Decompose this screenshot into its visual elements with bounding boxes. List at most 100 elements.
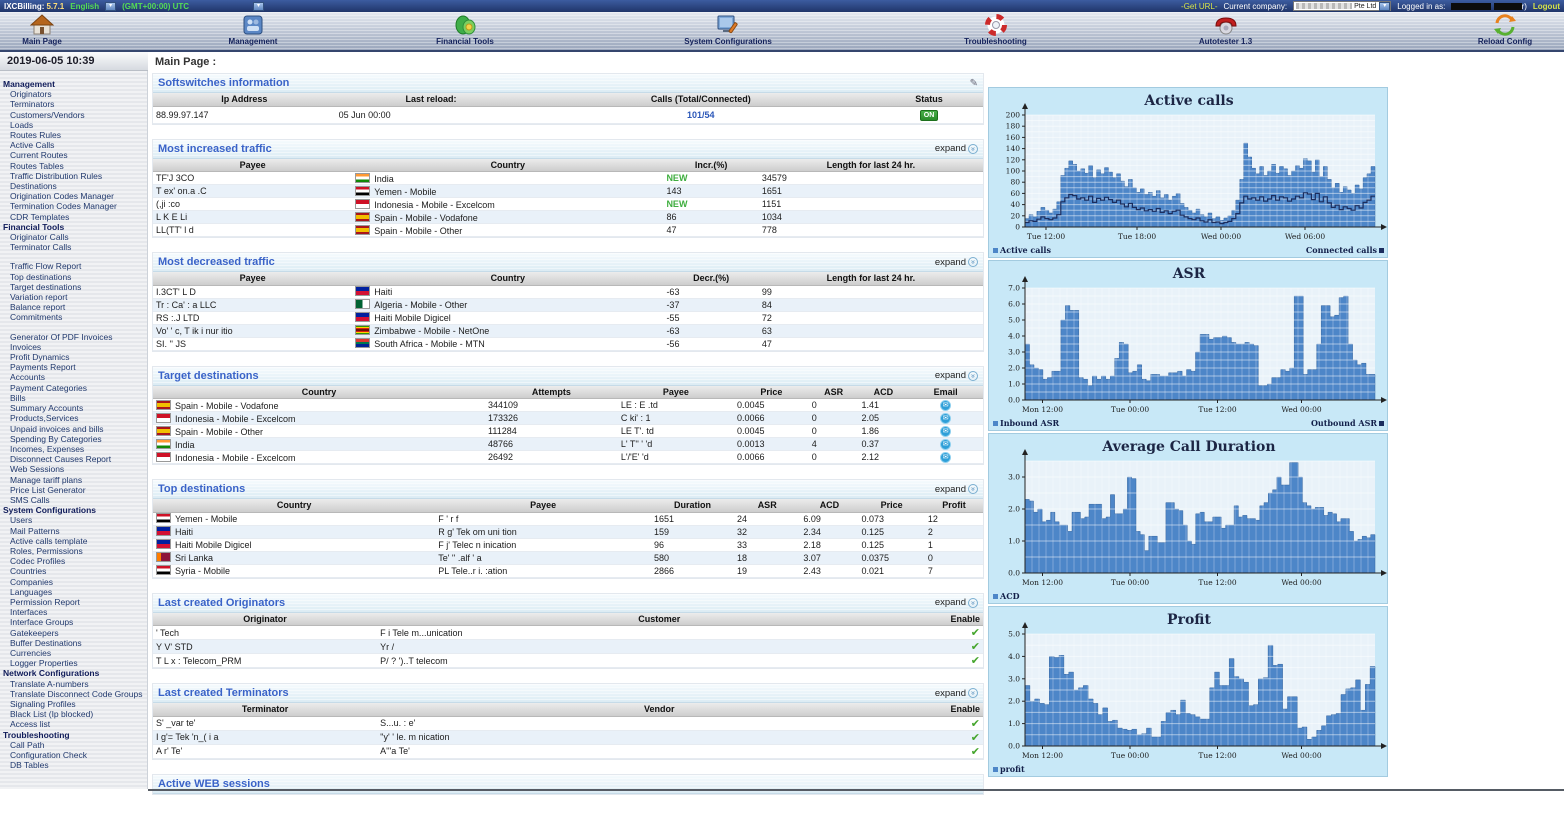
sidebar-item-terminator-calls[interactable]: Terminator Calls <box>0 242 147 252</box>
sidebar-item-spending-by-categories[interactable]: Spending By Categories <box>0 434 147 444</box>
sidebar-item-languages[interactable]: Languages <box>0 587 147 597</box>
language-select[interactable]: English <box>70 2 99 11</box>
nav-management[interactable]: Management <box>203 14 303 50</box>
svg-text:4.0: 4.0 <box>1008 332 1020 341</box>
sidebar-item-current-routes[interactable]: Current Routes <box>0 150 147 160</box>
nav-troubleshooting[interactable]: Troubleshooting <box>938 14 1053 50</box>
sidebar-item-access-list[interactable]: Access list <box>0 719 147 729</box>
company-select[interactable]: Pte Ltd▾ <box>1293 1 1391 11</box>
sidebar-item-payments-report[interactable]: Payments Report <box>0 362 147 372</box>
expand-link[interactable]: expand» <box>935 484 978 495</box>
sidebar-item-configuration-check[interactable]: Configuration Check <box>0 750 147 760</box>
language-dropdown-icon[interactable]: ▾ <box>105 2 116 11</box>
sidebar-item-payment-categories[interactable]: Payment Categories <box>0 383 147 393</box>
svg-text:Inbound ASR: Inbound ASR <box>1000 418 1059 428</box>
sidebar-item-terminators[interactable]: Terminators <box>0 99 147 109</box>
sidebar-item-roles-permissions[interactable]: Roles, Permissions <box>0 546 147 556</box>
expand-link[interactable]: expand» <box>935 597 978 608</box>
sidebar-item-incomes-expenses[interactable]: Incomes, Expenses <box>0 444 147 454</box>
expand-icon[interactable]: » <box>968 688 978 698</box>
sidebar-item-users[interactable]: Users <box>0 515 147 525</box>
column-header: ASR <box>809 386 859 399</box>
svg-text:profit: profit <box>1000 764 1025 774</box>
sidebar-item-origination-codes-manager[interactable]: Origination Codes Manager <box>0 191 147 201</box>
sidebar-item-variation-report[interactable]: Variation report <box>0 292 147 302</box>
sidebar-item-profit-dynamics[interactable]: Profit Dynamics <box>0 352 147 362</box>
sidebar-item-price-list-generator[interactable]: Price List Generator <box>0 485 147 495</box>
sidebar-item-termination-codes-manager[interactable]: Termination Codes Manager <box>0 201 147 211</box>
expand-icon[interactable]: » <box>968 371 978 381</box>
edit-icon[interactable]: ✎ <box>970 78 978 89</box>
nav-main-page[interactable]: Main Page <box>2 14 82 50</box>
sidebar-item-target-destinations[interactable]: Target destinations <box>0 282 147 292</box>
sidebar-item-translate-a-numbers[interactable]: Translate A-numbers <box>0 679 147 689</box>
sidebar-item-generator-of-pdf-invoices[interactable]: Generator Of PDF Invoices <box>0 332 147 342</box>
sidebar-item-mail-patterns[interactable]: Mail Patterns <box>0 526 147 536</box>
sidebar-item-currencies[interactable]: Currencies <box>0 648 147 658</box>
sidebar-item-codec-profiles[interactable]: Codec Profiles <box>0 556 147 566</box>
expand-icon[interactable]: » <box>968 484 978 494</box>
calls-link[interactable]: 101/54 <box>687 110 715 120</box>
expand-link[interactable]: expand» <box>935 370 978 381</box>
sidebar-item-accounts[interactable]: Accounts <box>0 372 147 382</box>
expand-icon[interactable]: » <box>968 257 978 267</box>
nav-system-configurations[interactable]: System Configurations <box>658 14 798 50</box>
sidebar-item-db-tables[interactable]: DB Tables <box>0 760 147 770</box>
sidebar-item-customers-vendors[interactable]: Customers/Vendors <box>0 110 147 120</box>
sidebar-item-countries[interactable]: Countries <box>0 566 147 576</box>
email-icon[interactable]: ✉ <box>940 439 951 450</box>
email-icon[interactable]: ✉ <box>940 426 951 437</box>
sidebar-item-disconnect-causes-report[interactable]: Disconnect Causes Report <box>0 454 147 464</box>
sidebar-item-routes-tables[interactable]: Routes Tables <box>0 161 147 171</box>
expand-icon[interactable]: » <box>968 598 978 608</box>
expand-link[interactable]: expand» <box>935 143 978 154</box>
company-dropdown-icon[interactable]: ▾ <box>1379 2 1390 11</box>
sidebar-item-web-sessions[interactable]: Web Sessions <box>0 464 147 474</box>
sidebar-item-routes-rules[interactable]: Routes Rules <box>0 130 147 140</box>
sidebar-item-originator-calls[interactable]: Originator Calls <box>0 232 147 242</box>
sidebar-item-sms-calls[interactable]: SMS Calls <box>0 495 147 505</box>
sidebar-item-bills[interactable]: Bills <box>0 393 147 403</box>
nav-autotester[interactable]: Autotester 1.3 <box>1168 14 1283 50</box>
sidebar-item-top-destinations[interactable]: Top destinations <box>0 272 147 282</box>
sidebar-item-active-calls-template[interactable]: Active calls template <box>0 536 147 546</box>
sidebar-item-active-calls[interactable]: Active Calls <box>0 140 147 150</box>
sidebar-item-gatekeepers[interactable]: Gatekeepers <box>0 628 147 638</box>
expand-icon[interactable]: » <box>968 144 978 154</box>
sidebar-item-balance-report[interactable]: Balance report <box>0 302 147 312</box>
expand-link[interactable]: expand» <box>935 688 978 699</box>
sidebar-item-commitments[interactable]: Commitments <box>0 312 147 322</box>
sidebar-item-companies[interactable]: Companies <box>0 577 147 587</box>
sidebar-item-signaling-profiles[interactable]: Signaling Profiles <box>0 699 147 709</box>
email-icon[interactable]: ✉ <box>940 413 951 424</box>
sidebar-item-summary-accounts[interactable]: Summary Accounts <box>0 403 147 413</box>
email-icon[interactable]: ✉ <box>940 452 951 463</box>
sidebar-item-interfaces[interactable]: Interfaces <box>0 607 147 617</box>
sidebar-item-black-list-ip-blocked-[interactable]: Black List (Ip blocked) <box>0 709 147 719</box>
nav-financial-tools[interactable]: Financial Tools <box>410 14 520 50</box>
nav-reload-config[interactable]: Reload Config <box>1450 14 1560 50</box>
expand-link[interactable]: expand» <box>935 257 978 268</box>
svg-text:Mon 12:00: Mon 12:00 <box>1022 405 1063 414</box>
sidebar-item-buffer-destinations[interactable]: Buffer Destinations <box>0 638 147 648</box>
sidebar-item-traffic-distribution-rules[interactable]: Traffic Distribution Rules <box>0 171 147 181</box>
sidebar-item-loads[interactable]: Loads <box>0 120 147 130</box>
sidebar-item-translate-disconnect-code-groups[interactable]: Translate Disconnect Code Groups <box>0 689 147 699</box>
timezone-dropdown-icon[interactable]: ▾ <box>253 2 264 11</box>
sidebar-item-interface-groups[interactable]: Interface Groups <box>0 617 147 627</box>
sidebar-item-invoices[interactable]: Invoices <box>0 342 147 352</box>
sidebar-item-logger-properties[interactable]: Logger Properties <box>0 658 147 668</box>
sidebar-item-products-services[interactable]: Products,Services <box>0 413 147 423</box>
sidebar-item-unpaid-invoices-and-bills[interactable]: Unpaid invoices and bills <box>0 424 147 434</box>
logout-link[interactable]: Logout <box>1533 2 1560 11</box>
email-icon[interactable]: ✉ <box>940 400 951 411</box>
sidebar-item-call-path[interactable]: Call Path <box>0 740 147 750</box>
sidebar-item-permission-report[interactable]: Permission Report <box>0 597 147 607</box>
svg-text:Tue 12:00: Tue 12:00 <box>1027 232 1065 241</box>
get-url-link[interactable]: -Get URL- <box>1181 2 1217 11</box>
sidebar-item-destinations[interactable]: Destinations <box>0 181 147 191</box>
sidebar-item-originators[interactable]: Originators <box>0 89 147 99</box>
sidebar-item-cdr-templates[interactable]: CDR Templates <box>0 212 147 222</box>
sidebar-item-manage-tariff-plans[interactable]: Manage tariff plans <box>0 475 147 485</box>
sidebar-item-traffic-flow-report[interactable]: Traffic Flow Report <box>0 261 147 271</box>
